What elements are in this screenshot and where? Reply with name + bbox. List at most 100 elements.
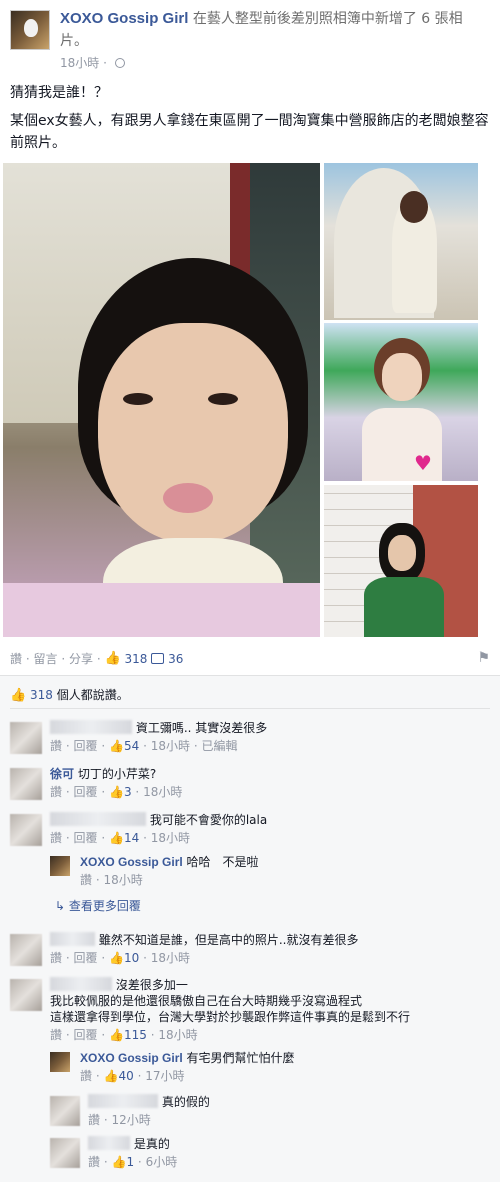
avatar[interactable] bbox=[10, 814, 42, 846]
comment-like-button[interactable]: 讚 bbox=[50, 951, 62, 965]
comment-like-button[interactable]: 讚 bbox=[50, 739, 62, 753]
comment-like-count[interactable]: 10 bbox=[124, 951, 139, 965]
comment-text-line-1: 沒差很多加一 bbox=[115, 978, 188, 992]
side-photo-2[interactable]: ♥ bbox=[324, 323, 478, 481]
commenter-name-blurred[interactable] bbox=[50, 720, 132, 734]
reply-arrow-icon: ↳ bbox=[55, 899, 66, 913]
comment-like-count[interactable]: 3 bbox=[124, 785, 132, 799]
avatar[interactable] bbox=[10, 768, 42, 800]
comment-time[interactable]: 18小時 bbox=[104, 873, 143, 887]
thumbs-up-icon: 👍 bbox=[109, 785, 124, 799]
avatar[interactable] bbox=[50, 1138, 80, 1168]
share-button[interactable]: 分享 bbox=[69, 650, 93, 667]
page-avatar[interactable] bbox=[10, 10, 50, 50]
comment-time[interactable]: 12小時 bbox=[112, 1113, 151, 1127]
meta-dot: · bbox=[103, 56, 107, 70]
comment-button[interactable]: 留言 bbox=[34, 650, 58, 667]
comment-time[interactable]: 18小時 bbox=[151, 951, 190, 965]
comment-text-line-3: 這樣還拿得到學位，台灣大學對於抄襲跟作弊這件事真的是鬆到不行 bbox=[50, 1010, 411, 1024]
action-sep: · bbox=[96, 651, 101, 666]
side-photo-1[interactable] bbox=[324, 163, 478, 320]
main-photo[interactable] bbox=[3, 163, 320, 637]
commenter-name-blurred[interactable] bbox=[50, 977, 112, 991]
comment-text: 哈哈 不是啦 bbox=[186, 855, 259, 869]
thumbs-up-icon: 👍 bbox=[104, 651, 121, 666]
comments-section: 👍 318 個人都說讚。 資工彌嗎.. 其實沒差很多 讚 · 回覆 · 👍54 … bbox=[0, 675, 500, 1182]
post-text: 猜猜我是誰！？ 某個ex女藝人，有跟男人拿錢在東區開了一間淘寶集中營服飾店的老闆… bbox=[10, 82, 490, 160]
commenter-name[interactable]: 徐可 bbox=[50, 767, 74, 781]
avatar[interactable] bbox=[50, 856, 70, 876]
commenter-name-blurred[interactable] bbox=[88, 1094, 158, 1108]
comment-text: 有宅男們幫忙怕什麼 bbox=[186, 1051, 295, 1065]
action-sep: · bbox=[25, 651, 30, 666]
comment-like-button[interactable]: 讚 bbox=[50, 831, 62, 845]
avatar[interactable] bbox=[10, 722, 42, 754]
comment-text-line-2: 我比較佩服的是他還很驕傲自己在台大時期幾乎沒寫過程式 bbox=[50, 994, 363, 1008]
side-photo-3[interactable] bbox=[324, 485, 478, 637]
avatar[interactable] bbox=[50, 1096, 80, 1126]
commenter-name-blurred[interactable] bbox=[50, 932, 95, 946]
view-more-replies-link[interactable]: ↳ 查看更多回覆 bbox=[55, 897, 141, 914]
post-header: XOXO Gossip Girl 在藝人整型前後差別照相簿中新增了 6 張相片。… bbox=[10, 8, 490, 72]
likes-summary-count[interactable]: 318 bbox=[30, 688, 53, 702]
comment-like-button[interactable]: 讚 bbox=[80, 873, 92, 887]
thumbs-up-icon: 👍 bbox=[109, 831, 124, 845]
flag-icon[interactable]: ⚑ bbox=[477, 650, 490, 666]
thumbs-up-icon: 👍 bbox=[103, 1069, 119, 1083]
thumbs-up-icon: 👍 bbox=[109, 1028, 124, 1042]
comment-like-count[interactable]: 115 bbox=[124, 1028, 147, 1042]
commenter-name[interactable]: XOXO Gossip Girl bbox=[80, 855, 183, 869]
comment-time[interactable]: 17小時 bbox=[145, 1069, 184, 1083]
globe-icon[interactable] bbox=[114, 58, 125, 68]
comment-like-button[interactable]: 讚 bbox=[88, 1155, 100, 1169]
comment-text: 是真的 bbox=[133, 1137, 170, 1151]
comment-reply-button[interactable]: 回覆 bbox=[74, 785, 98, 799]
comment-like-button[interactable]: 讚 bbox=[50, 785, 62, 799]
avatar[interactable] bbox=[10, 979, 42, 1011]
comment-time[interactable]: 18小時 bbox=[151, 739, 190, 753]
commenter-name-blurred[interactable] bbox=[88, 1136, 130, 1150]
comment-time[interactable]: 18小時 bbox=[158, 1028, 197, 1042]
like-count[interactable]: 318 bbox=[125, 652, 148, 666]
like-button[interactable]: 讚 bbox=[10, 650, 22, 667]
thumbs-up-icon: 👍 bbox=[111, 1155, 127, 1169]
comment-like-count[interactable]: 54 bbox=[124, 739, 139, 753]
edited-label[interactable]: 已編輯 bbox=[201, 739, 237, 753]
likes-summary-suffix: 個人都說讚。 bbox=[56, 688, 129, 702]
action-sep: · bbox=[61, 651, 66, 666]
comment-like-button[interactable]: 讚 bbox=[80, 1069, 92, 1083]
post-action-bar: 讚 · 留言 · 分享 · 👍 318 36 ⚑ bbox=[10, 650, 490, 670]
thumbs-up-icon: 👍 bbox=[109, 951, 124, 965]
commenter-name-blurred[interactable] bbox=[50, 812, 146, 826]
page-name-link[interactable]: XOXO Gossip Girl bbox=[60, 10, 188, 27]
comment-like-button[interactable]: 讚 bbox=[50, 1028, 62, 1042]
thumbs-up-icon: 👍 bbox=[109, 739, 124, 753]
commenter-name[interactable]: XOXO Gossip Girl bbox=[80, 1051, 183, 1065]
post-time[interactable]: 18小時 bbox=[60, 56, 99, 70]
comment-time[interactable]: 6小時 bbox=[146, 1155, 178, 1169]
comment-time[interactable]: 18小時 bbox=[143, 785, 182, 799]
comment-text: 雖然不知道是誰，但是高中的照片..就沒有差很多 bbox=[98, 933, 359, 947]
comment-like-count[interactable]: 1 bbox=[126, 1155, 134, 1169]
post-meta: 18小時 · bbox=[60, 54, 125, 71]
comment-reply-button[interactable]: 回覆 bbox=[74, 739, 98, 753]
post-header-text: XOXO Gossip Girl 在藝人整型前後差別照相簿中新增了 6 張相片。 bbox=[60, 8, 490, 52]
comment-text: 切丁的小芹菜? bbox=[77, 767, 157, 781]
thumbs-up-icon: 👍 bbox=[10, 688, 27, 703]
comment-reply-button[interactable]: 回覆 bbox=[74, 1028, 98, 1042]
avatar[interactable] bbox=[10, 934, 42, 966]
comment-text: 真的假的 bbox=[161, 1095, 210, 1109]
avatar[interactable] bbox=[50, 1052, 70, 1072]
comment-text: 資工彌嗎.. 其實沒差很多 bbox=[135, 721, 268, 735]
comment-reply-button[interactable]: 回覆 bbox=[74, 951, 98, 965]
post-text-line-1: 猜猜我是誰！？ bbox=[10, 85, 108, 101]
comment-text: 我可能不會愛你的lala bbox=[149, 813, 268, 827]
comment-time[interactable]: 18小時 bbox=[151, 831, 190, 845]
post-text-line-2: 某個ex女藝人，有跟男人拿錢在東區開了一間淘寶集中營服飾店的老闆娘整容前照片。 bbox=[10, 113, 489, 151]
view-more-replies-label: 查看更多回覆 bbox=[68, 899, 141, 913]
comment-like-count[interactable]: 14 bbox=[124, 831, 139, 845]
comment-reply-button[interactable]: 回覆 bbox=[74, 831, 98, 845]
comment-like-count[interactable]: 40 bbox=[118, 1069, 133, 1083]
comment-count[interactable]: 36 bbox=[168, 652, 183, 666]
comment-like-button[interactable]: 讚 bbox=[88, 1113, 100, 1127]
